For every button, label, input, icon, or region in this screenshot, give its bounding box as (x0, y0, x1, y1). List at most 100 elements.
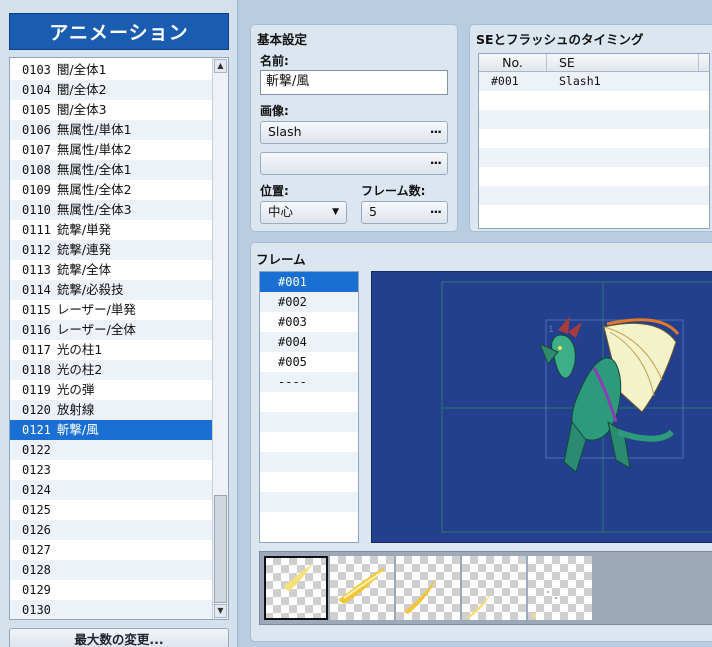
animation-list-item[interactable]: 0111 銃撃/単発 (10, 220, 213, 240)
animation-item-number: 0103 (22, 63, 51, 77)
animation-list-item[interactable]: 0106 無属性/単体1 (10, 120, 213, 140)
se-row-no (479, 167, 547, 186)
se-col-se[interactable]: SE (547, 54, 699, 71)
animation-list-item[interactable]: 0126 (10, 520, 213, 540)
frame-list-item[interactable]: #004 (260, 332, 358, 352)
animation-list-item[interactable]: 0109 無属性/全体2 (10, 180, 213, 200)
frames-count-field[interactable]: 5 ··· (361, 201, 448, 224)
frame-list-item[interactable] (260, 452, 358, 472)
se-col-no[interactable]: No. (479, 54, 547, 71)
animation-list-item[interactable]: 0108 無属性/全体1 (10, 160, 213, 180)
animation-list-item[interactable]: 0130 (10, 600, 213, 619)
animation-item-number: 0121 (22, 423, 51, 437)
basic-settings-group: 基本設定 名前: 斬撃/風 画像: Slash ··· ··· 位置: フレーム… (250, 24, 458, 232)
animation-list-item[interactable]: 0104 闇/全体2 (10, 80, 213, 100)
se-row-se (547, 186, 559, 205)
cell-3-sprite (404, 578, 436, 614)
animation-list-item[interactable]: 0124 (10, 480, 213, 500)
se-table-rows: #001 Slash1 (479, 72, 709, 224)
se-timing-table[interactable]: No. SE #001 Slash1 (478, 53, 710, 229)
se-table-row[interactable] (479, 91, 709, 110)
animation-list-item[interactable]: 0127 (10, 540, 213, 560)
animation-list-item[interactable]: 0114 銃撃/必殺技 (10, 280, 213, 300)
image2-select[interactable]: ··· (260, 152, 448, 175)
animation-list-item[interactable]: 0129 (10, 580, 213, 600)
animation-item-name: レーザー/全体 (56, 322, 136, 337)
cell-3[interactable] (396, 556, 460, 620)
animation-list-item[interactable]: 0116 レーザー/全体 (10, 320, 213, 340)
frame-list[interactable]: #001 #002 #003 #004 #005 ---- (259, 271, 359, 543)
cell-2[interactable] (330, 556, 394, 620)
animation-item-number: 0128 (22, 563, 51, 577)
se-table-row[interactable]: #001 Slash1 (479, 72, 709, 91)
scrollbar-thumb[interactable] (214, 495, 227, 603)
frame-list-item[interactable]: #001 (260, 272, 358, 292)
cell-4[interactable] (462, 556, 526, 620)
frame-list-item[interactable] (260, 432, 358, 452)
se-table-row[interactable] (479, 186, 709, 205)
se-row-no (479, 110, 547, 129)
se-table-row[interactable] (479, 110, 709, 129)
frame-list-item[interactable]: #002 (260, 292, 358, 312)
frame-list-item[interactable]: ---- (260, 372, 358, 392)
animation-item-number: 0107 (22, 143, 51, 157)
list-scrollbar[interactable]: ▲ ▼ (212, 58, 228, 619)
se-timing-title: SEとフラッシュのタイミング (476, 32, 644, 47)
se-table-row[interactable] (479, 205, 709, 224)
animation-list-item[interactable]: 0121 斬撃/風 (10, 420, 213, 440)
name-input[interactable]: 斬撃/風 (260, 70, 448, 95)
se-table-row[interactable] (479, 148, 709, 167)
frame-list-item[interactable] (260, 392, 358, 412)
animation-item-name: 銃撃/必殺技 (56, 282, 124, 297)
animation-list[interactable]: 0103 闇/全体1 0104 闇/全体2 0105 闇/全体3 0106 無属性/単体1 01… (9, 57, 229, 620)
animation-item-number: 0111 (22, 223, 51, 237)
animation-list-item[interactable]: 0120 放射線 (10, 400, 213, 420)
animation-list-item[interactable]: 0117 光の柱1 (10, 340, 213, 360)
se-table-row[interactable] (479, 167, 709, 186)
se-row-no: #001 (491, 74, 519, 88)
animation-list-item[interactable]: 0115 レーザー/単発 (10, 300, 213, 320)
animation-item-number: 0114 (22, 283, 51, 297)
animation-item-number: 0120 (22, 403, 51, 417)
cell-strip[interactable] (259, 551, 712, 625)
animation-list-item[interactable]: 0119 光の弾 (10, 380, 213, 400)
animation-item-number: 0118 (22, 363, 51, 377)
frame-list-item[interactable]: #003 (260, 312, 358, 332)
animation-list-item[interactable]: 0113 銃撃/全体 (10, 260, 213, 280)
animation-item-number: 0109 (22, 183, 51, 197)
animation-list-item[interactable]: 0105 闇/全体3 (10, 100, 213, 120)
animation-item-name: 闇/全体1 (56, 62, 107, 77)
frame-list-item[interactable]: #005 (260, 352, 358, 372)
frame-list-item[interactable] (260, 412, 358, 432)
se-row-se (547, 91, 559, 110)
animation-list-item[interactable]: 0118 光の柱2 (10, 360, 213, 380)
frame-list-item[interactable] (260, 472, 358, 492)
se-table-row[interactable] (479, 129, 709, 148)
animation-list-item[interactable]: 0122 (10, 440, 213, 460)
animation-list-panel: アニメーション 0103 闇/全体1 0104 闇/全体2 0105 闇/全体3 0106 無… (0, 0, 238, 647)
animation-list-item[interactable]: 0125 (10, 500, 213, 520)
animation-list-item[interactable]: 0107 無属性/単体2 (10, 140, 213, 160)
cell-1[interactable] (264, 556, 328, 620)
position-value: 中心 (268, 204, 294, 219)
image1-select[interactable]: Slash ··· (260, 121, 448, 144)
cell-5[interactable] (528, 556, 592, 620)
animation-list-item[interactable]: 0112 銃撃/連発 (10, 240, 213, 260)
frame-list-item[interactable] (260, 492, 358, 512)
animation-list-item[interactable]: 0123 (10, 460, 213, 480)
animation-item-name: 無属性/全体3 (56, 202, 132, 217)
animation-item-name: 光の柱2 (56, 362, 103, 377)
cell-4-sprite (466, 592, 492, 619)
animation-list-item[interactable]: 0110 無属性/全体3 (10, 200, 213, 220)
change-max-button[interactable]: 最大数の変更... (9, 628, 229, 647)
chevron-down-icon: ▼ (332, 207, 339, 217)
frame-list-item[interactable] (260, 512, 358, 532)
se-row-no (479, 129, 547, 148)
scroll-up-icon[interactable]: ▲ (214, 59, 227, 73)
animation-canvas[interactable]: 1 (371, 271, 712, 543)
animation-list-item[interactable]: 0128 (10, 560, 213, 580)
animation-list-item[interactable]: 0103 闇/全体1 (10, 60, 213, 80)
scroll-down-icon[interactable]: ▼ (214, 604, 227, 618)
position-dropdown[interactable]: 中心 ▼ (260, 201, 347, 224)
animation-item-number: 0112 (22, 243, 51, 257)
